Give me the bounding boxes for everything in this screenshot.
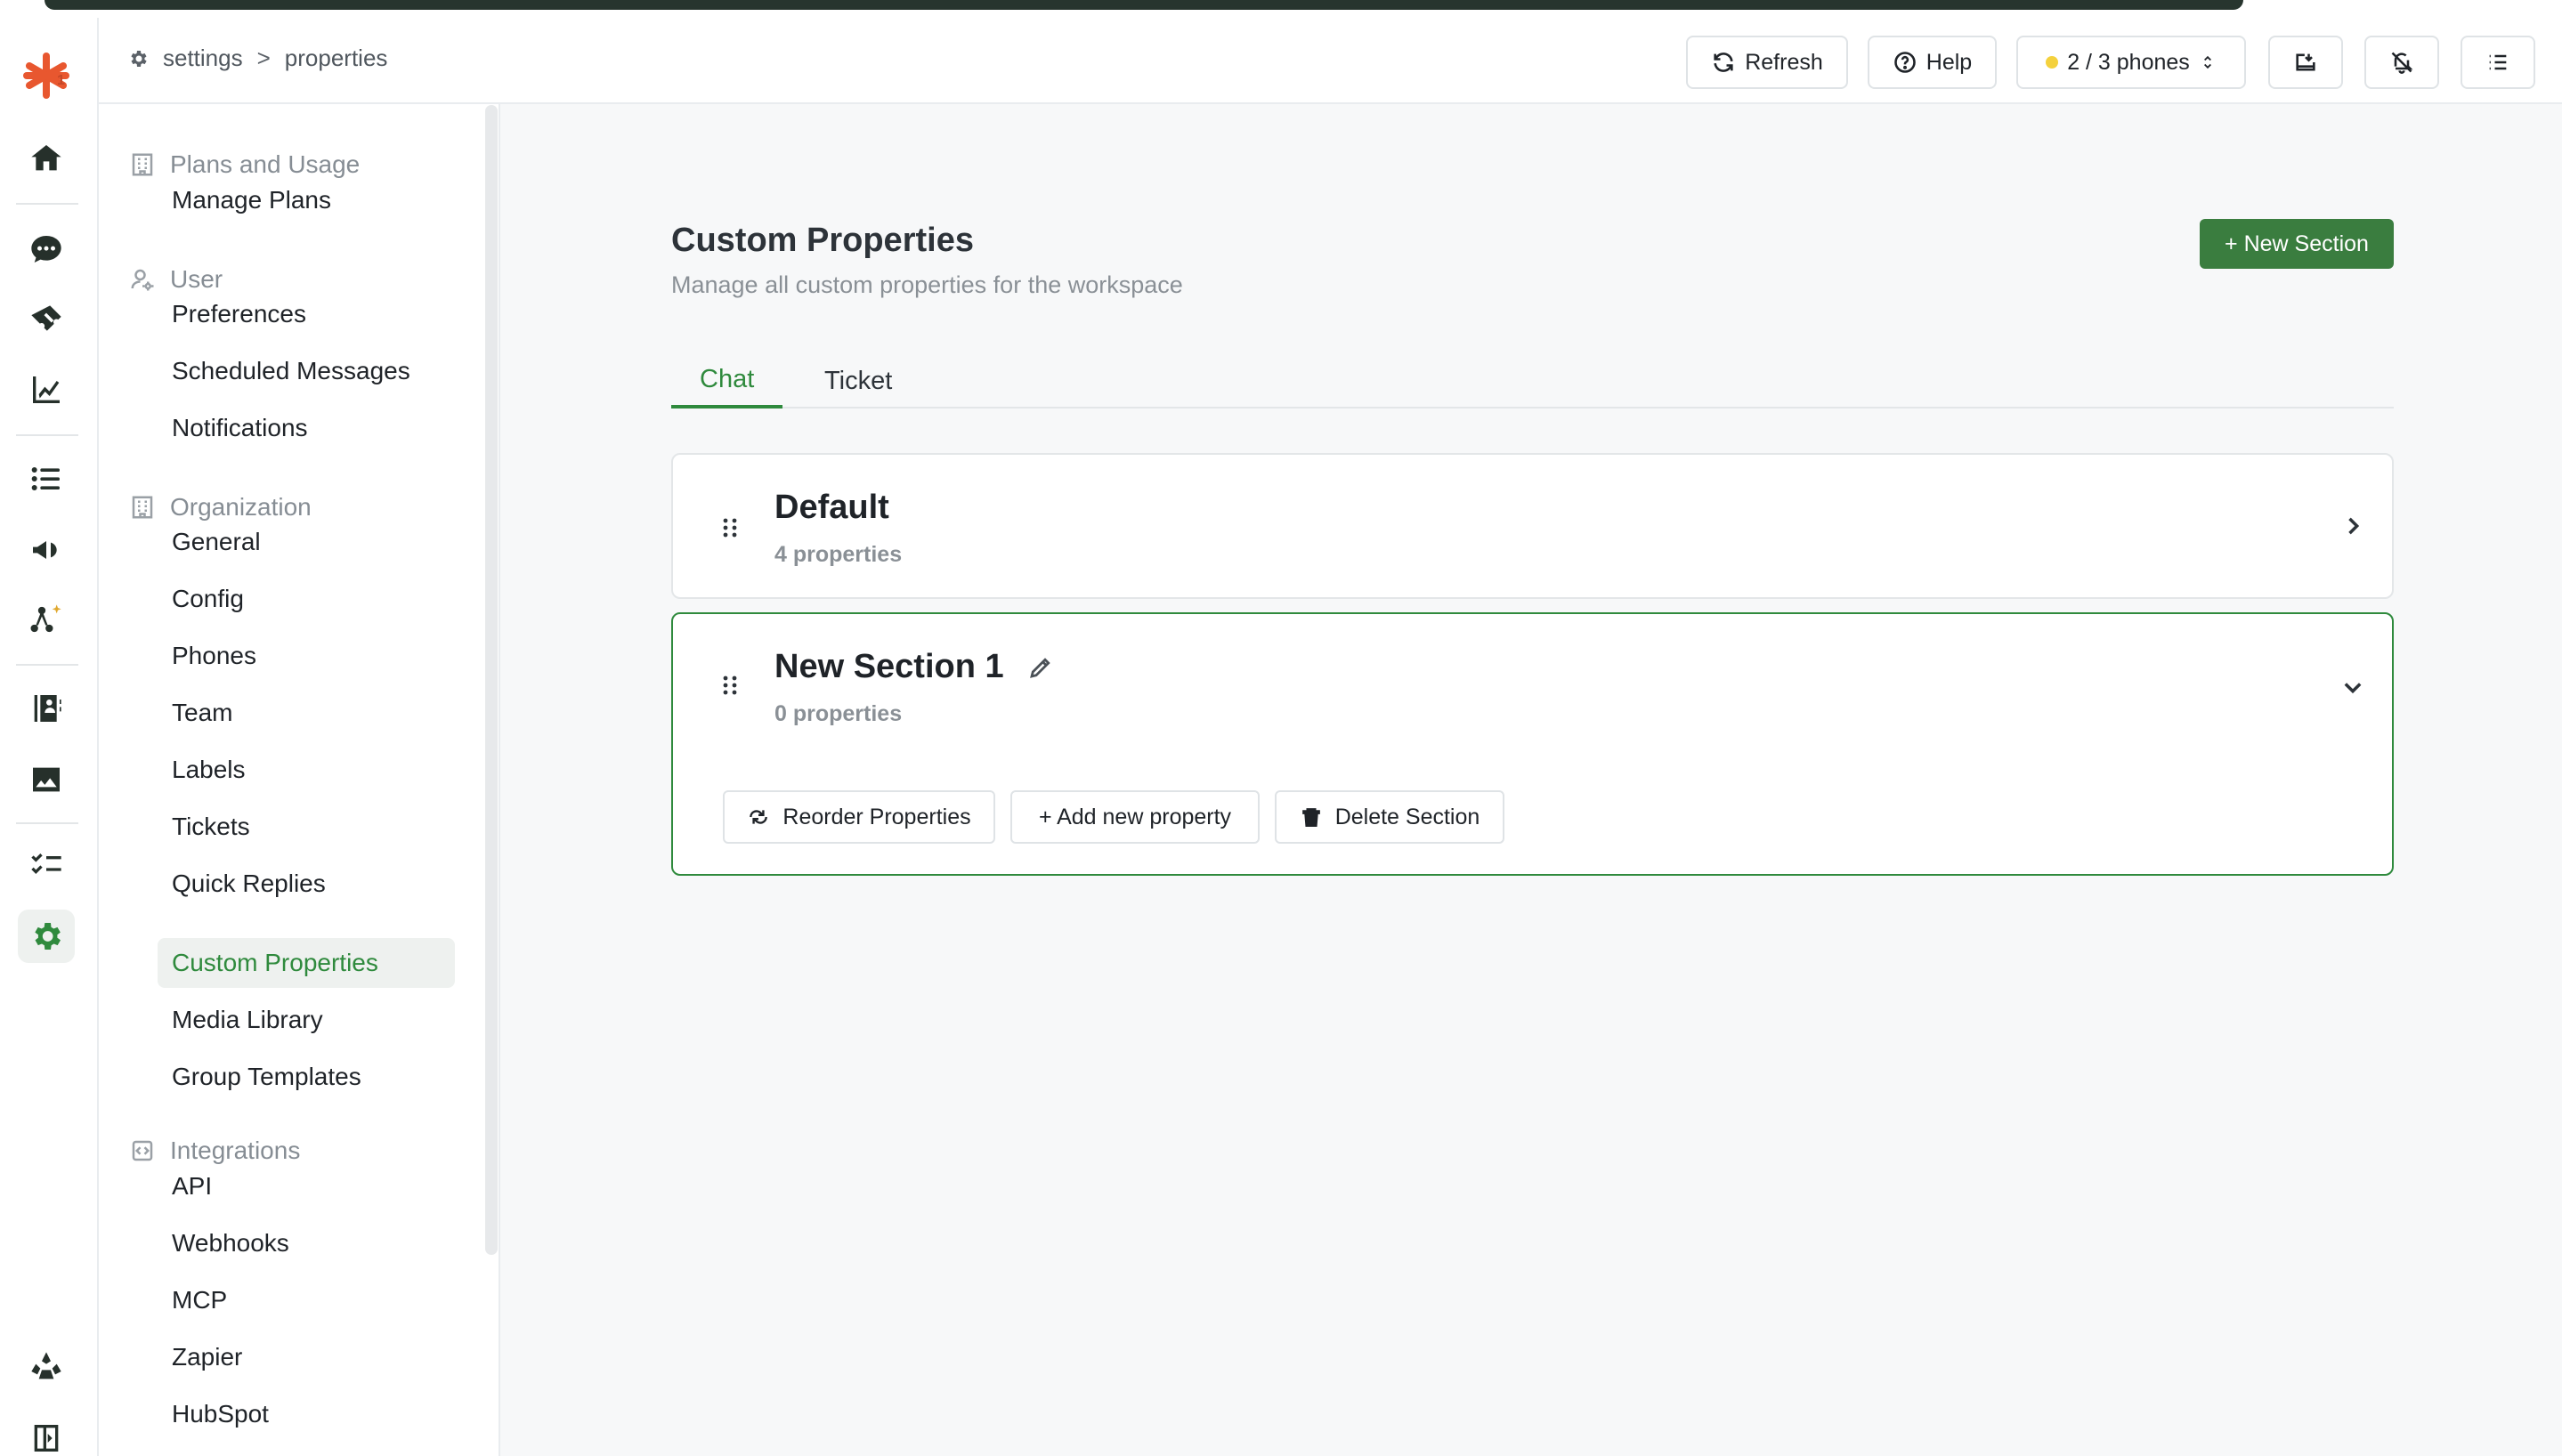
workflow-ai-icon[interactable] xyxy=(18,593,75,646)
main-content: Custom Properties Manage all custom prop… xyxy=(500,104,2562,1456)
pencil-icon[interactable] xyxy=(1027,654,1054,681)
sidebar-item-custom-properties[interactable]: Custom Properties xyxy=(158,938,455,988)
chevron-down-icon[interactable] xyxy=(2340,675,2365,700)
contacts-book-icon[interactable] xyxy=(18,682,75,735)
section-card-default[interactable]: Default 4 properties xyxy=(671,453,2394,599)
sidebar-item-webhooks[interactable]: Webhooks xyxy=(158,1218,455,1268)
download-window-icon xyxy=(2296,53,2315,71)
sidebar-item-zapier[interactable]: Zapier xyxy=(158,1332,455,1382)
page-title: Custom Properties xyxy=(671,222,974,259)
sidebar-item-media-library[interactable]: Media Library xyxy=(158,995,455,1045)
rail-divider xyxy=(16,822,78,824)
settings-icon[interactable] xyxy=(18,910,75,963)
rail-divider xyxy=(16,434,78,436)
icon-rail: 1 xyxy=(0,18,99,1456)
download-window-button[interactable] xyxy=(2268,36,2343,89)
media-icon[interactable] xyxy=(18,753,75,806)
user-settings-icon xyxy=(131,269,154,291)
tasks-icon[interactable] xyxy=(18,838,75,892)
help-label: Help xyxy=(1926,49,1973,75)
sidebar-item-tickets[interactable]: Tickets xyxy=(158,802,455,852)
section-title: New Section 1 xyxy=(774,648,1054,686)
chat-icon[interactable] xyxy=(18,222,75,276)
new-section-button[interactable]: + New Section xyxy=(2200,219,2394,269)
rail-divider xyxy=(16,203,78,205)
ticket-icon[interactable] xyxy=(18,294,75,347)
help-button[interactable]: Help xyxy=(1868,36,1997,89)
code-icon xyxy=(132,1140,153,1161)
megaphone-icon[interactable] xyxy=(18,523,75,577)
sidebar-item-notifications[interactable]: Notifications xyxy=(158,403,455,453)
tab-ticket[interactable]: Ticket xyxy=(796,353,920,408)
mute-notifications-button[interactable] xyxy=(2364,36,2439,89)
phones-label: 2 / 3 phones xyxy=(2067,49,2190,75)
phone-status-dot xyxy=(2046,56,2059,69)
chevron-right-icon[interactable] xyxy=(2340,514,2365,538)
rail-divider xyxy=(16,664,78,666)
breadcrumb-settings[interactable]: settings xyxy=(163,44,243,72)
section-card-new-section-1[interactable]: New Section 1 0 properties Reorder Prope… xyxy=(671,612,2394,876)
drag-handle-icon[interactable] xyxy=(721,675,739,696)
section-title-text: New Section 1 xyxy=(774,648,1004,685)
refresh-icon xyxy=(1714,53,1733,72)
add-new-property-button[interactable]: + Add new property xyxy=(1010,790,1260,844)
sidebar-item-labels[interactable]: Labels xyxy=(158,745,455,795)
logo-badge: 1 xyxy=(57,73,65,88)
bell-off-icon xyxy=(2391,52,2413,74)
integrations-icon[interactable] xyxy=(18,1340,75,1394)
sidebar-scrollbar[interactable] xyxy=(485,105,498,1255)
settings-sidebar: Plans and Usage Manage Plans User Prefer… xyxy=(99,104,500,1456)
phones-selector[interactable]: 2 / 3 phones xyxy=(2016,36,2246,89)
collapse-sidebar-icon[interactable] xyxy=(18,1412,75,1456)
tabs: Chat Ticket xyxy=(671,353,2394,408)
add-property-label: + Add new property xyxy=(1038,804,1232,829)
refresh-label: Refresh xyxy=(1745,49,1823,75)
sidebar-item-group-templates[interactable]: Group Templates xyxy=(158,1052,455,1102)
sidebar-item-mcp[interactable]: MCP xyxy=(158,1275,455,1325)
breadcrumb-separator: > xyxy=(256,44,271,71)
list-icon xyxy=(2489,54,2507,70)
drag-handle-icon[interactable] xyxy=(721,517,739,538)
trash-icon xyxy=(1301,808,1320,827)
building-icon xyxy=(132,496,153,519)
breadcrumb-properties: properties xyxy=(284,44,388,71)
refresh-button[interactable]: Refresh xyxy=(1686,36,1848,89)
analytics-icon[interactable] xyxy=(18,363,75,417)
breadcrumb: settings > properties xyxy=(127,44,387,72)
delete-section-label: Delete Section xyxy=(1334,804,1480,829)
home-icon[interactable] xyxy=(18,132,75,185)
sidebar-item-quick-replies[interactable]: Quick Replies xyxy=(158,859,455,909)
sidebar-item-phones[interactable]: Phones xyxy=(158,631,455,681)
gear-icon xyxy=(131,50,147,67)
section-property-count: 4 properties xyxy=(774,542,903,567)
list-icon[interactable] xyxy=(18,452,75,506)
window-top-bar xyxy=(45,0,2243,10)
sidebar-item-team[interactable]: Team xyxy=(158,688,455,738)
sidebar-item-preferences[interactable]: Preferences xyxy=(158,289,455,339)
delete-section-button[interactable]: Delete Section xyxy=(1275,790,1504,844)
list-view-button[interactable] xyxy=(2461,36,2535,89)
top-header: settings > properties Refresh Help 2 / 3… xyxy=(99,18,2562,104)
building-icon xyxy=(132,153,153,176)
sidebar-item-hubspot[interactable]: HubSpot xyxy=(158,1389,455,1439)
reorder-icon xyxy=(750,810,768,824)
sidebar-item-scheduled-messages[interactable]: Scheduled Messages xyxy=(158,346,455,396)
section-title-text: Default xyxy=(774,489,889,526)
sidebar-item-config[interactable]: Config xyxy=(158,574,455,624)
reorder-properties-button[interactable]: Reorder Properties xyxy=(723,790,995,844)
tab-chat[interactable]: Chat xyxy=(671,353,783,408)
app-logo-icon[interactable] xyxy=(18,44,75,107)
sidebar-item-general[interactable]: General xyxy=(158,517,455,567)
window-top-strip xyxy=(0,0,2562,18)
page-subtitle: Manage all custom properties for the wor… xyxy=(671,271,1183,298)
section-title: Default xyxy=(774,489,889,527)
section-property-count: 0 properties xyxy=(774,701,903,726)
reorder-label: Reorder Properties xyxy=(782,804,971,829)
help-icon xyxy=(1893,52,1916,73)
sidebar-item-manage-plans[interactable]: Manage Plans xyxy=(158,175,455,225)
chevron-up-down-icon xyxy=(2203,55,2211,69)
sidebar-item-api[interactable]: API xyxy=(158,1161,455,1211)
